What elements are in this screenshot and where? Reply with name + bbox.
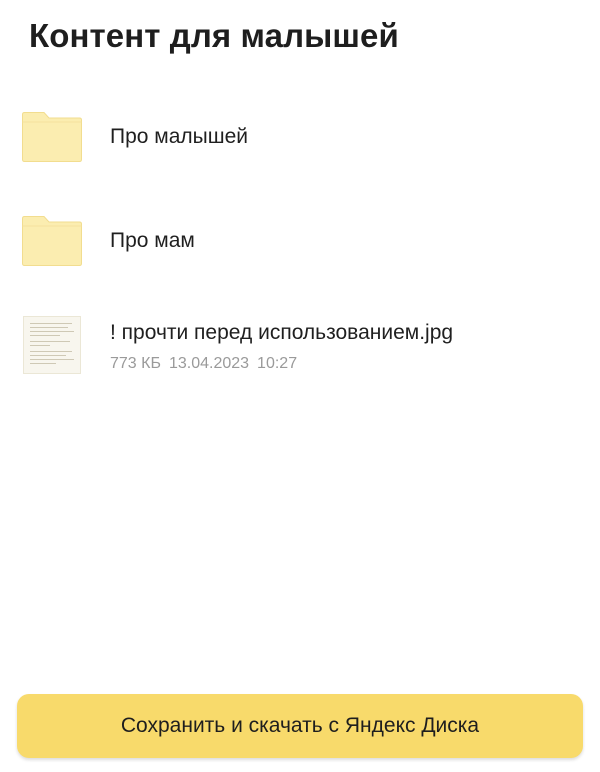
list-item-folder[interactable]: Про малышей bbox=[0, 97, 600, 177]
item-meta: 773 КБ 13.04.2023 10:27 bbox=[110, 354, 297, 374]
list-item-folder[interactable]: Про мам bbox=[0, 201, 600, 281]
file-date: 13.04.2023 bbox=[168, 355, 250, 372]
save-download-button[interactable]: Сохранить и скачать с Яндекс Диска bbox=[17, 694, 583, 758]
item-name: ! прочти перед использованием.jpg bbox=[110, 321, 454, 344]
list-item-file[interactable]: ! прочти перед использованием.jpg 773 КБ… bbox=[0, 305, 600, 385]
item-name: Про мам bbox=[110, 229, 195, 252]
folder-icon bbox=[22, 216, 82, 266]
image-thumbnail bbox=[23, 316, 81, 374]
page: Контент для малышей Про малышей Про мам bbox=[0, 0, 600, 772]
file-time: 10:27 bbox=[257, 355, 298, 372]
folder-icon bbox=[22, 112, 82, 162]
file-size: 773 КБ bbox=[110, 355, 161, 372]
item-name: Про малышей bbox=[110, 125, 249, 148]
page-title: Контент для малышей bbox=[29, 17, 399, 54]
